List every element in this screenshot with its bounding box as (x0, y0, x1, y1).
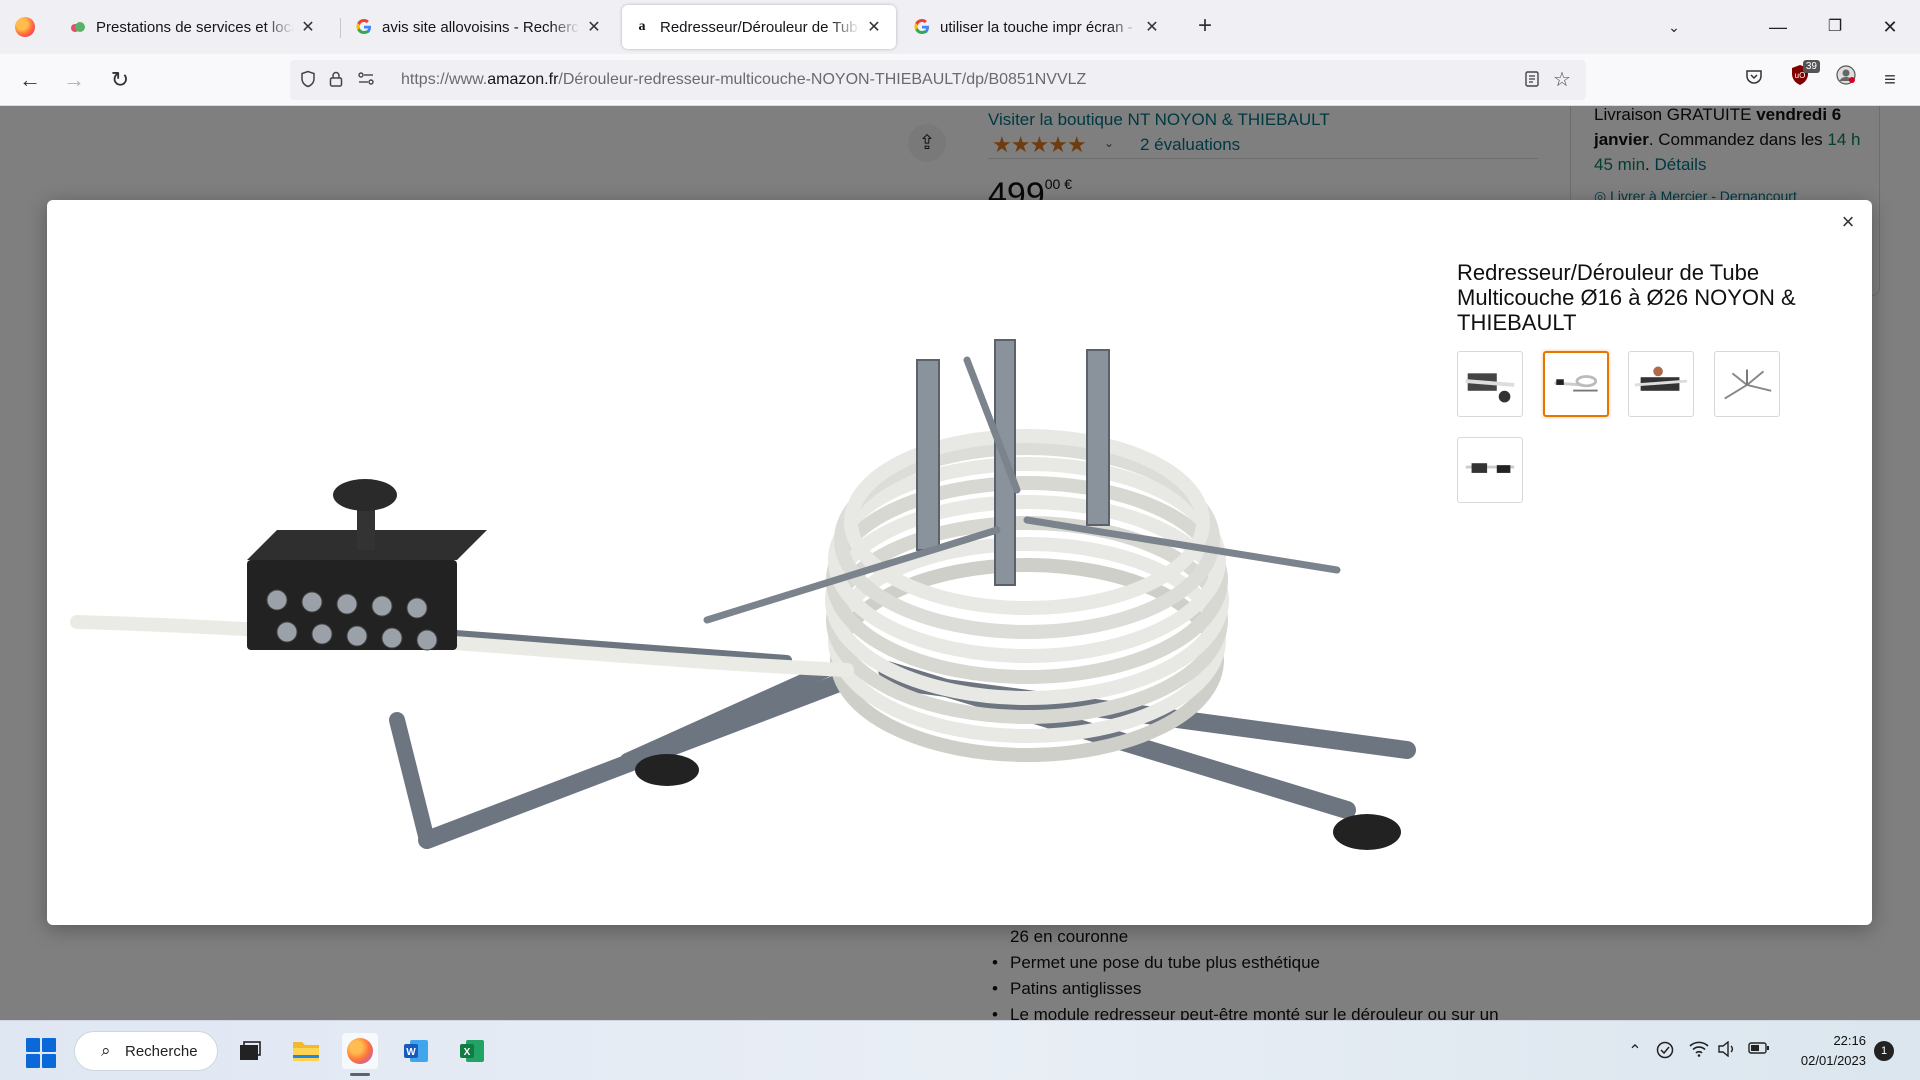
close-tab-icon[interactable]: ✕ (864, 17, 884, 37)
thumbnail-5[interactable] (1457, 437, 1523, 503)
tab-amazon-product[interactable]: a Redresseur/Dérouleur de Tube Multicouc… (622, 5, 896, 49)
product-main-image[interactable] (67, 240, 1467, 880)
volume-icon[interactable] (1716, 1040, 1738, 1062)
ublock-icon[interactable]: uO 39 (1784, 60, 1820, 96)
windows-taskbar: ⌕ Recherche W X ⌃ 22:16 02/01/2023 1 (0, 1020, 1920, 1080)
clock-date: 02/01/2023 (1800, 1053, 1866, 1068)
url-text[interactable]: https://www.amazon.fr/Dérouleur-redresse… (401, 71, 1086, 89)
sync-check-icon[interactable] (1654, 1041, 1676, 1064)
firefox-icon (15, 17, 35, 37)
forward-icon[interactable]: → (58, 64, 90, 96)
tab-title: utiliser la touche impr écran - Recherch… (940, 18, 1138, 36)
extension-badge: 39 (1802, 60, 1820, 73)
file-explorer-icon[interactable] (288, 1033, 324, 1069)
close-tab-icon[interactable]: ✕ (1142, 17, 1162, 37)
tracking-shield-icon[interactable] (298, 70, 318, 90)
tab-title: Prestations de services et location (96, 18, 294, 36)
straight-tube (70, 615, 854, 677)
tab-bar: Prestations de services et location ✕ av… (0, 0, 1920, 54)
foot-pad (635, 754, 699, 786)
pocket-icon[interactable] (1738, 64, 1770, 96)
search-label: Recherche (125, 1043, 198, 1060)
tab-title: avis site allovoisins - Recherche Google (382, 18, 580, 36)
word-icon[interactable]: W (398, 1033, 434, 1069)
new-tab-button[interactable]: + (1190, 12, 1220, 42)
url-prefix: https://www. (401, 71, 488, 88)
thumbnail-3[interactable] (1628, 351, 1694, 417)
search-icon: ⌕ (101, 1041, 111, 1060)
tab-title: Redresseur/Dérouleur de Tube Multicouche (660, 18, 860, 36)
url-path: /Dérouleur-redresseur-multicouche-NOYON-… (558, 71, 1087, 88)
account-icon[interactable] (1830, 64, 1862, 96)
thumbnail-2-selected[interactable] (1543, 351, 1609, 417)
excel-icon[interactable]: X (454, 1033, 490, 1069)
tab-prestations[interactable]: Prestations de services et location ✕ (58, 5, 330, 49)
windows-start-icon[interactable] (26, 1038, 56, 1068)
minimize-icon[interactable]: — (1758, 12, 1798, 42)
firefox-menu-button[interactable] (10, 12, 40, 42)
svg-text:W: W (406, 1047, 416, 1058)
amazon-icon: a (638, 19, 646, 34)
back-icon[interactable]: ← (14, 64, 46, 96)
thumbnail-1[interactable] (1457, 351, 1523, 417)
clock-time: 22:16 (1833, 1033, 1866, 1048)
close-icon[interactable]: × (1836, 210, 1860, 234)
system-clock[interactable]: 22:16 02/01/2023 (1790, 1031, 1866, 1071)
svg-text:X: X (464, 1047, 471, 1058)
firefox-taskbar-icon[interactable] (342, 1033, 378, 1069)
permissions-icon[interactable] (356, 70, 376, 90)
lock-icon[interactable] (326, 70, 346, 90)
tab-separator (340, 18, 341, 38)
foot-pad (1333, 814, 1401, 850)
google-icon (914, 19, 930, 35)
navigation-bar: ← → ↻ https://www.amazon.fr/Dérouleur-re… (0, 54, 1920, 106)
google-icon (356, 19, 372, 35)
redresseur-module (247, 479, 487, 651)
reader-view-icon[interactable] (1522, 70, 1542, 90)
close-window-icon[interactable]: ✕ (1870, 12, 1910, 42)
notification-badge[interactable]: 1 (1874, 1041, 1894, 1061)
product-title: Redresseur/Dérouleur de Tube Multicouche… (1457, 260, 1796, 335)
tab-google-allovoisins[interactable]: avis site allovoisins - Recherche Google… (344, 5, 616, 49)
reload-icon[interactable]: ↻ (104, 64, 136, 96)
taskbar-search[interactable]: ⌕ Recherche (74, 1031, 218, 1071)
url-domain: amazon.fr (487, 71, 559, 88)
wifi-icon[interactable] (1688, 1041, 1710, 1062)
hamburger-menu-icon[interactable]: ≡ (1874, 64, 1906, 96)
close-tab-icon[interactable]: ✕ (298, 17, 318, 37)
list-all-tabs-icon[interactable]: ⌄ (1654, 12, 1694, 42)
tab-google-impr-ecran[interactable]: utiliser la touche impr écran - Recherch… (902, 5, 1174, 49)
thumbnail-4[interactable] (1714, 351, 1780, 417)
image-viewer-modal: × Redresseur/Dérouleur de Tube Multicouc… (47, 200, 1872, 925)
battery-icon[interactable] (1748, 1041, 1770, 1060)
restore-icon[interactable]: ❐ (1815, 12, 1855, 42)
url-bar[interactable]: https://www.amazon.fr/Dérouleur-redresse… (290, 60, 1586, 100)
task-view-icon[interactable] (232, 1033, 268, 1069)
bookmark-star-icon[interactable]: ☆ (1552, 70, 1572, 90)
cloud-icon (70, 19, 86, 35)
close-tab-icon[interactable]: ✕ (584, 17, 604, 37)
active-app-indicator (350, 1073, 370, 1076)
chevron-up-icon[interactable]: ⌃ (1624, 1041, 1646, 1061)
